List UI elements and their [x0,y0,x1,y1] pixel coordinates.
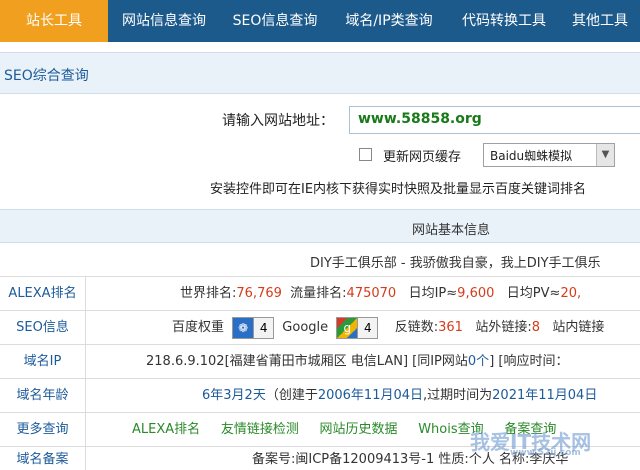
site-title: DIY手工俱乐部 - 我骄傲我自豪，我上DIY手工俱乐 [310,256,601,271]
google-label: Google [282,320,329,335]
nav-spacer [0,42,640,52]
icp-label[interactable]: 域名备案 [0,447,86,470]
outlinks-value[interactable]: 8 [532,320,540,335]
baidu-weight-label: 百度权重 [172,320,225,335]
inlinks-label: 站内链接 [552,320,605,335]
url-input[interactable]: www.58858.org [349,106,640,134]
table-row-ip: 域名IP 218.6.9.102[福建省莆田市城厢区 电信LAN] [同IP网站… [0,345,640,379]
traffic-rank-label: 流量排名: [290,286,347,301]
baidu-weight-value: 4 [253,317,274,338]
site-watermark: 我爱IT技术网 www.52ij.com [440,388,640,470]
refresh-cache-label: 更新网页缓存 [383,150,462,165]
seo-section-header: SEO综合查询 [0,52,640,94]
seo-section-title: SEO综合查询 [4,68,89,84]
alexa-label[interactable]: ALEXA排名 [0,277,86,310]
response-time-label: [响应时间： [498,354,569,369]
more-queries-label[interactable]: 更多查询 [0,413,86,446]
tab-seo-info[interactable]: SEO信息查询 [220,0,330,42]
domain-ip-content: 218.6.9.102[福建省莆田市城厢区 电信LAN] [同IP网站0个] [… [146,345,569,378]
basic-info-title: 网站基本信息 [412,223,491,238]
google-pr-value: 4 [357,317,378,338]
world-rank-label: 世界排名: [180,286,237,301]
ip-location: [福建省莆田市城厢区 电信LAN] [224,354,409,369]
daily-pv-label: 日均PV≈ [506,286,561,301]
link-alexa[interactable]: ALEXA排名 [132,422,200,437]
install-hint: 安装控件即可在IE内核下获得实时快照及批量显示百度关键词排名 [210,182,587,197]
baidu-weight-badge[interactable]: ❁ 4 [232,316,275,339]
daily-ip-label: 日均IP≈ [408,286,458,301]
world-rank-value[interactable]: 76,769 [236,286,282,301]
domain-age-label[interactable]: 域名年龄 [0,379,86,412]
backlinks-label: 反链数: [394,320,439,335]
table-row-seo: SEO信息 百度权重 ❁ 4 Google g4 反链数:361 站外链接:8 站… [0,311,640,345]
basic-info-header: 网站基本信息 [0,209,640,243]
table-row-alexa: ALEXA排名 世界排名:76,769 流量排名:475070 日均IP≈9,6… [0,277,640,311]
top-nav: 站长工具 网站信息查询 SEO信息查询 域名/IP类查询 代码转换工具 其他工具 [0,0,640,42]
spider-select-value: Baidu蜘蛛模拟 [490,149,573,163]
chevron-down-icon: ▼ [596,144,614,166]
spider-select[interactable]: Baidu蜘蛛模拟 ▼ [483,143,615,167]
outlinks-label: 站外链接: [475,320,532,335]
site-title-row: DIY手工俱乐部 - 我骄傲我自豪，我上DIY手工俱乐 [0,243,640,277]
age-value: 6年3月2天 [202,388,266,403]
created-date: 2006年11月04日 [317,388,424,403]
same-ip-suffix: ] [489,354,495,369]
seo-info-label[interactable]: SEO信息 [0,311,86,344]
icp-number: 闽ICP备12009413号-1 [295,452,435,467]
same-ip-prefix: [同IP网站 [412,354,468,369]
seo-info-content: 百度权重 ❁ 4 Google g4 反链数:361 站外链接:8 站内链接 [172,311,605,344]
traffic-rank-value[interactable]: 475070 [347,286,397,301]
created-prefix: （创建于 [265,388,318,403]
same-ip-count[interactable]: 0个 [468,354,489,369]
icp-number-label: 备案号: [252,452,296,467]
google-icon: g [337,317,358,338]
link-friend-links[interactable]: 友情链接检测 [221,422,299,437]
url-label: 请输入网站地址： [222,113,334,129]
tab-site-info[interactable]: 网站信息查询 [108,0,220,42]
tab-other-tools[interactable]: 其他工具 [560,0,640,42]
link-history[interactable]: 网站历史数据 [320,422,398,437]
tab-webmaster-tools[interactable]: 站长工具 [0,0,108,42]
refresh-cache-checkbox[interactable] [359,148,372,161]
backlinks-value[interactable]: 361 [438,320,463,335]
domain-ip-label[interactable]: 域名IP [0,345,86,378]
tab-code-convert[interactable]: 代码转换工具 [448,0,560,42]
daily-ip-value: 9,600 [457,286,495,301]
alexa-content: 世界排名:76,769 流量排名:475070 日均IP≈9,600 日均PV≈… [180,277,582,310]
google-pr-badge[interactable]: g4 [336,316,379,339]
daily-pv-value: 20, [560,286,582,301]
ip-value: 218.6.9.102 [146,354,225,369]
baidu-paw-icon: ❁ [233,317,254,338]
watermark-url: www.52ij.com [510,448,581,458]
tab-domain-ip[interactable]: 域名/IP类查询 [330,0,448,42]
